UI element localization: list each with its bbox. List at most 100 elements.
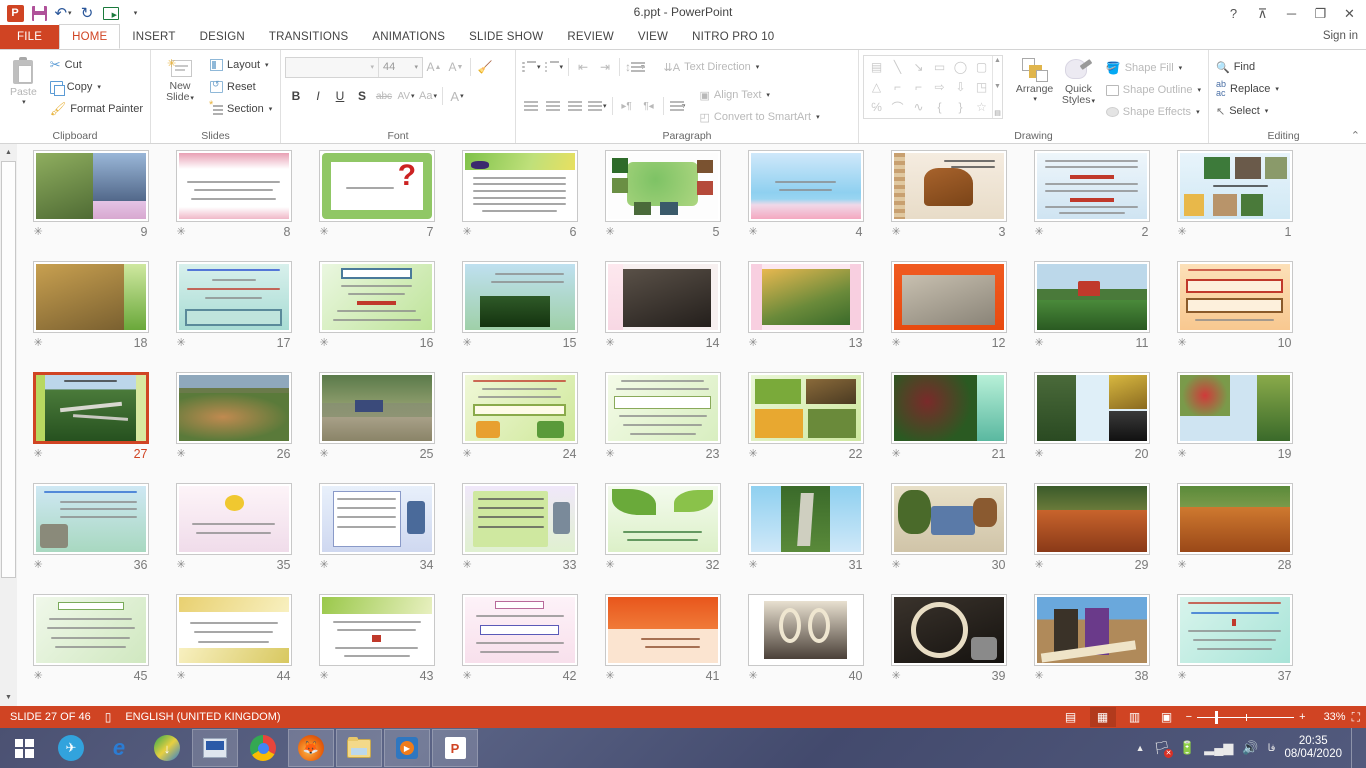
network-error-icon[interactable]: 🏳✕ [1154, 740, 1171, 756]
underline-button[interactable]: U [329, 85, 351, 107]
slide-thumbnail-selected[interactable] [33, 372, 149, 444]
slide-cell[interactable]: ✳ 24 [448, 372, 591, 483]
slide-thumbnail[interactable] [748, 594, 864, 666]
slide-cell[interactable]: ✳ 39 [877, 594, 1020, 705]
scrollbar-track[interactable] [0, 161, 17, 689]
slide-cell[interactable]: ✳ 15 [448, 261, 591, 372]
shape-scribble-icon[interactable]: ℅ [866, 97, 887, 117]
slide-cell[interactable]: ✳ 33 [448, 483, 591, 594]
slide-thumbnail[interactable] [891, 372, 1007, 444]
slide-cell[interactable]: ✳ 28 [1163, 483, 1306, 594]
slide-cell[interactable]: ✳ 43 [305, 594, 448, 705]
gallery-scroll-down-icon[interactable]: ▼ [994, 83, 1001, 90]
slide-cell[interactable]: ✳ 44 [162, 594, 305, 705]
slide-cell[interactable]: ✳ 40 [734, 594, 877, 705]
slide-thumbnail[interactable] [319, 372, 435, 444]
shapes-gallery-scrollbar[interactable]: ▲ ▼ ▤ [992, 56, 1002, 118]
normal-view-button[interactable]: ▤ [1058, 707, 1084, 727]
tab-insert[interactable]: INSERT [120, 25, 187, 49]
slide-thumbnail[interactable] [33, 483, 149, 555]
slide-thumbnail[interactable] [748, 150, 864, 222]
slide-thumbnail[interactable] [891, 261, 1007, 333]
slide-cell[interactable]: ✳ 41 [591, 594, 734, 705]
slide-cell[interactable]: ✳ 30 [877, 483, 1020, 594]
shape-curve-icon[interactable]: ∿ [908, 97, 929, 117]
slide-thumbnail[interactable] [1034, 594, 1150, 666]
paste-button[interactable]: Paste ▾ [4, 54, 43, 106]
gallery-scroll-up-icon[interactable]: ▲ [994, 57, 1001, 64]
slide-show-button[interactable]: ▣ [1154, 707, 1180, 727]
slide-cell[interactable]: ✳ 10 [1163, 261, 1306, 372]
slide-thumbnail[interactable] [1034, 483, 1150, 555]
collapse-ribbon-icon[interactable]: ⌃ [1351, 129, 1360, 142]
section-button[interactable]: Section ▾ [207, 98, 275, 120]
clock[interactable]: 20:35 08/04/2020 [1284, 735, 1342, 761]
tab-animations[interactable]: ANIMATIONS [360, 25, 457, 49]
slide-thumbnail[interactable] [462, 261, 578, 333]
firefox-icon[interactable]: 🦊 [288, 729, 334, 767]
slide-counter[interactable]: SLIDE 27 OF 46 [10, 711, 91, 723]
copy-button[interactable]: Copy ▾ [47, 76, 146, 98]
language-icon[interactable]: فا [1268, 743, 1276, 754]
find-button[interactable]: 🔍 Find [1213, 56, 1282, 78]
arrange-button[interactable]: Arrange ▾ [1011, 55, 1058, 103]
restore-icon[interactable]: ❐ [1306, 3, 1335, 24]
slide-thumbnail[interactable] [1177, 150, 1293, 222]
slide-cell[interactable]: ✳ 27 [19, 372, 162, 483]
shape-oval-icon[interactable]: ◯ [950, 57, 971, 77]
slide-thumbnail[interactable] [748, 372, 864, 444]
vertical-scrollbar[interactable]: ▲ ▼ [0, 144, 17, 706]
slide-cell[interactable]: ✳ 32 [591, 483, 734, 594]
slide-cell[interactable]: ✳ 25 [305, 372, 448, 483]
slide-cell[interactable]: ? ✳ 7 [305, 150, 448, 261]
slide-cell[interactable]: ✳ 34 [305, 483, 448, 594]
shape-triangle-icon[interactable]: △ [866, 77, 887, 97]
shape-effects-button[interactable]: Shape Effects ▾ [1103, 101, 1204, 123]
slide-thumbnail[interactable] [605, 483, 721, 555]
slide-cell[interactable]: ✳ 16 [305, 261, 448, 372]
shape-rectangle-icon[interactable]: ▭ [929, 57, 950, 77]
slide-cell[interactable]: ✳ 13 [734, 261, 877, 372]
slide-cell[interactable]: ✳ 37 [1163, 594, 1306, 705]
increase-indent-icon[interactable]: ⇥ [594, 56, 616, 78]
align-center-icon[interactable] [542, 95, 564, 117]
slide-thumbnail[interactable] [33, 150, 149, 222]
shape-elbow-arrow-icon[interactable]: ⌐ [908, 77, 929, 97]
slide-cell[interactable]: ✳ 5 [591, 150, 734, 261]
slide-thumbnail[interactable] [462, 372, 578, 444]
slide-sorter-view-button[interactable]: ▦ [1090, 707, 1116, 727]
tab-home[interactable]: HOME [59, 24, 120, 49]
italic-button[interactable]: I [307, 85, 329, 107]
tab-file[interactable]: FILE [0, 25, 59, 49]
powerpoint-taskbar-icon[interactable]: P [432, 729, 478, 767]
fit-to-window-icon[interactable]: ⛶ [1352, 710, 1360, 725]
slide-thumbnail[interactable] [891, 594, 1007, 666]
shape-rounded-rect-icon[interactable]: ▢ [971, 57, 992, 77]
slide-thumbnail[interactable] [33, 261, 149, 333]
slide-cell[interactable]: ✳ 35 [162, 483, 305, 594]
internet-explorer-icon[interactable]: e [96, 729, 142, 767]
slide-thumbnail[interactable] [1034, 372, 1150, 444]
shape-line-icon[interactable]: ╲ [887, 57, 908, 77]
slide-thumbnail[interactable] [1177, 594, 1293, 666]
zoom-handle[interactable] [1215, 711, 1218, 724]
slide-cell[interactable]: ✳ 9 [19, 150, 162, 261]
sign-in-link[interactable]: Sign in [1323, 30, 1358, 42]
slide-cell[interactable]: ✳ 6 [448, 150, 591, 261]
scroll-up-icon[interactable]: ▲ [0, 144, 17, 161]
on-screen-keyboard-icon[interactable] [192, 729, 238, 767]
scroll-down-icon[interactable]: ▼ [0, 689, 17, 706]
columns-icon[interactable]: ▾ [667, 95, 689, 117]
slide-thumbnail[interactable] [748, 483, 864, 555]
shape-outline-button[interactable]: Shape Outline ▾ [1103, 79, 1204, 101]
zoom-track[interactable] [1197, 717, 1294, 718]
align-text-button[interactable]: ▣ Align Text ▾ [697, 84, 823, 106]
ribbon-display-options-icon[interactable]: ⊼ [1248, 3, 1277, 24]
slide-thumbnail[interactable] [605, 261, 721, 333]
slide-cell[interactable]: ✳ 1 [1163, 150, 1306, 261]
slide-thumbnail[interactable] [1177, 483, 1293, 555]
slide-cell[interactable]: ✳ 21 [877, 372, 1020, 483]
slide-thumbnail[interactable] [1177, 372, 1293, 444]
slide-thumbnail[interactable] [176, 261, 292, 333]
slide-cell[interactable]: ✳ 19 [1163, 372, 1306, 483]
